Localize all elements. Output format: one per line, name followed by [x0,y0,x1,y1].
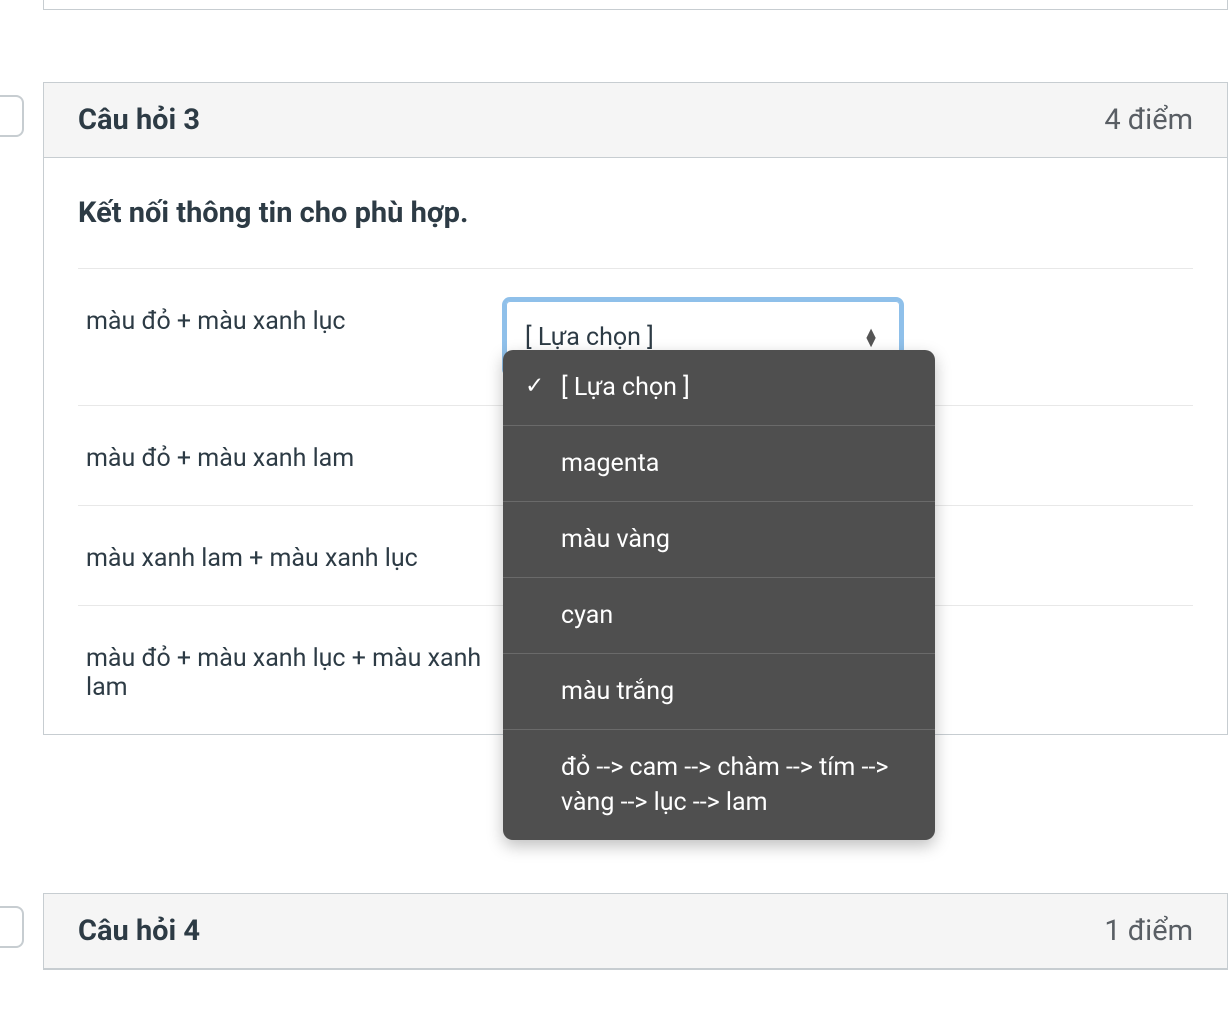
question-prompt: Kết nối thông tin cho phù hợp. [78,196,1193,269]
dropdown-option-yellow[interactable]: màu vàng [503,502,935,578]
question-points: 1 điểm [1104,914,1193,948]
question-marker-4[interactable] [0,906,24,948]
select-value: [ Lựa chọn ] [525,323,654,352]
question-title: Câu hỏi 3 [78,103,200,137]
dropdown-option-white[interactable]: màu trắng [503,654,935,730]
question-header: Câu hỏi 3 4 điểm [44,83,1227,158]
dropdown-option-cyan[interactable]: cyan [503,578,935,654]
select-arrows-icon: ▲▼ [863,328,879,346]
question-card-4: Câu hỏi 4 1 điểm [43,893,1228,970]
question-title: Câu hỏi 4 [78,914,200,948]
match-label: màu đỏ + màu xanh lục + màu xanh lam [86,638,506,702]
previous-card-fragment [43,0,1228,10]
match-label: màu đỏ + màu xanh lục [86,301,506,336]
dropdown-menu[interactable]: [ Lựa chọn ] magenta màu vàng cyan màu t… [503,350,935,840]
match-label: màu xanh lam + màu xanh lục [86,538,506,573]
question-marker-3[interactable] [0,95,24,137]
dropdown-option-spectrum[interactable]: đỏ --> cam --> chàm --> tím --> vàng -->… [503,730,935,840]
dropdown-option-magenta[interactable]: magenta [503,426,935,502]
question-header: Câu hỏi 4 1 điểm [44,894,1227,969]
question-points: 4 điểm [1104,103,1193,137]
match-label: màu đỏ + màu xanh lam [86,438,506,473]
dropdown-option-placeholder[interactable]: [ Lựa chọn ] [503,350,935,426]
